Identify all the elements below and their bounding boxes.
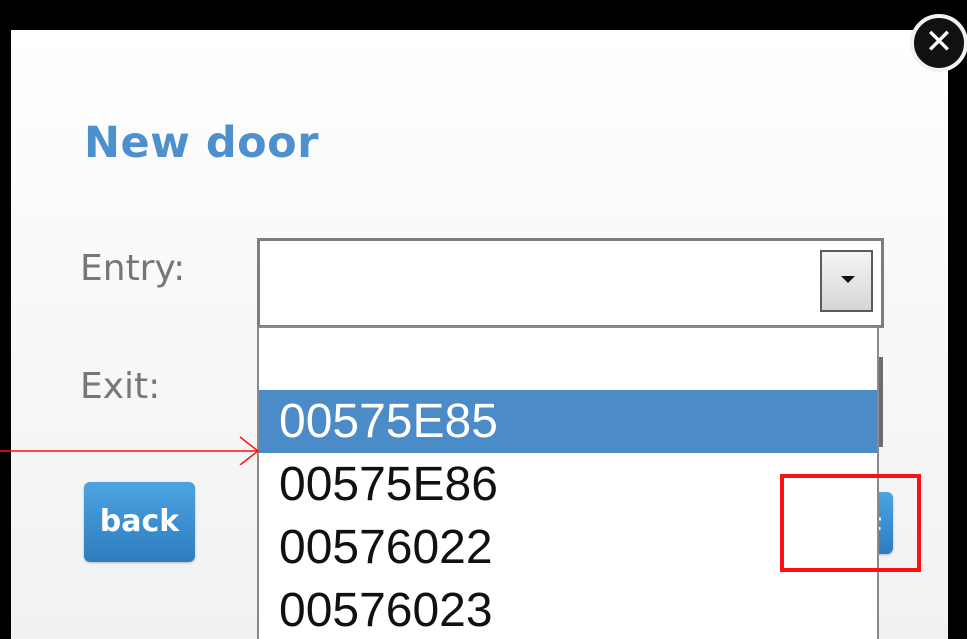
next-button-highlight-annotation [780,474,921,572]
entry-label: Entry: [80,248,186,289]
dropdown-option[interactable]: 00576023 [259,579,877,639]
close-icon[interactable]: ✕ [910,14,967,72]
pointer-arrow-annotation [0,436,260,465]
screen: ✕ New door Entry: Exit: back next 00575E… [0,0,967,639]
back-button[interactable]: back [84,482,195,562]
exit-label: Exit: [80,366,161,407]
dropdown-option-blank[interactable] [259,328,877,390]
dropdown-arrow-button[interactable] [820,250,873,312]
entry-select[interactable] [257,238,884,328]
dialog-title: New door [84,118,319,168]
chevron-down-icon [841,276,855,283]
dropdown-option-selected[interactable]: 00575E85 [259,390,877,453]
